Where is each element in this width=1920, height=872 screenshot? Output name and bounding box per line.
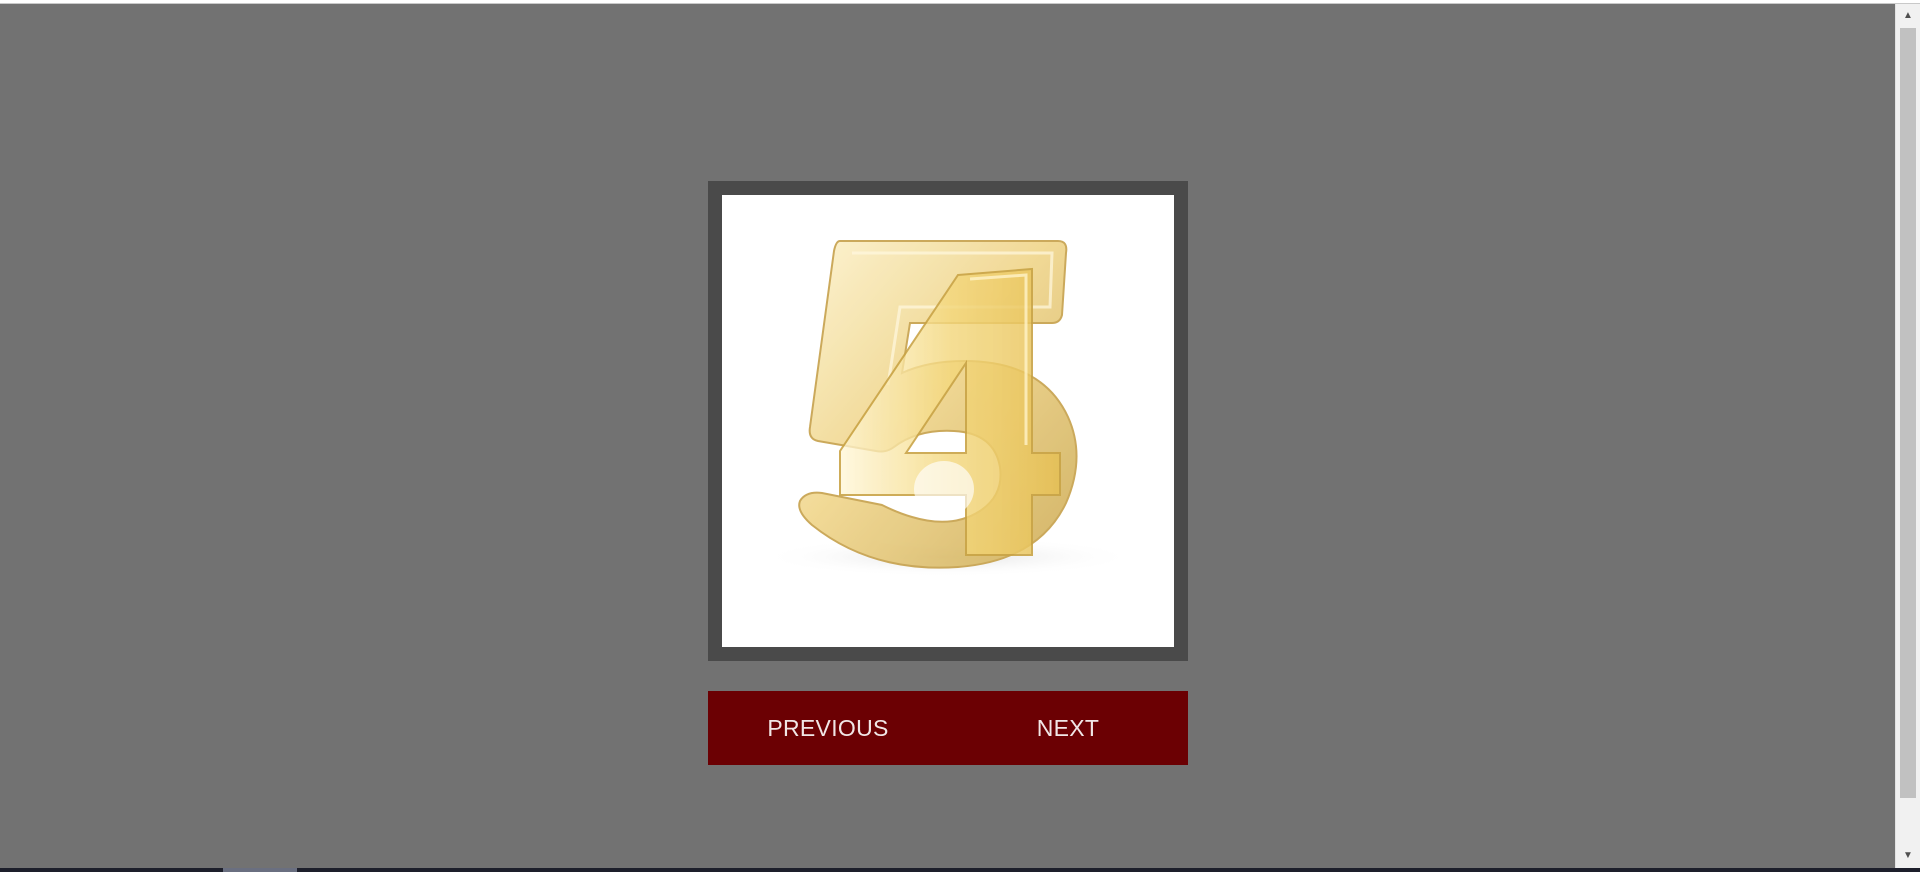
vertical-scrollbar[interactable]: ▲ ▼: [1895, 4, 1920, 868]
scrollbar-thumb[interactable]: [1900, 28, 1916, 798]
scroll-up-arrow-icon[interactable]: ▲: [1896, 6, 1920, 26]
previous-button[interactable]: PREVIOUS: [708, 691, 948, 765]
page-viewport: PREVIOUS NEXT: [0, 4, 1895, 868]
gold-number-5-and-4-icon: [758, 240, 1138, 577]
slideshow-nav: PREVIOUS NEXT: [708, 691, 1188, 765]
next-button[interactable]: NEXT: [948, 691, 1188, 765]
taskbar-edge: [0, 868, 1920, 872]
scroll-down-arrow-icon[interactable]: ▼: [1896, 846, 1920, 866]
slideshow-frame: [708, 181, 1188, 661]
slide-image: [722, 195, 1174, 647]
taskbar-active-marker: [223, 868, 297, 872]
